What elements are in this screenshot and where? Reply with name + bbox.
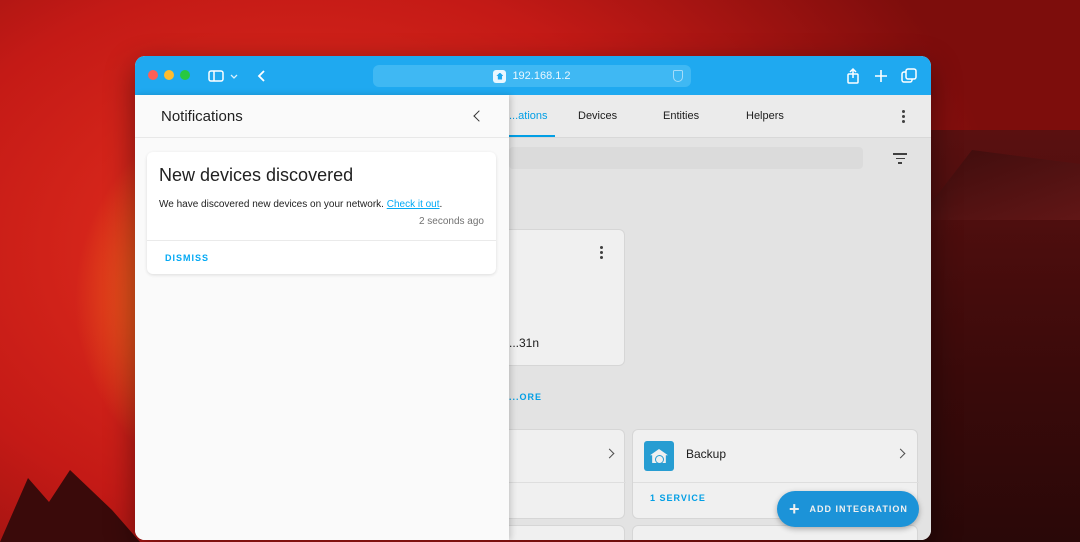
notifications-drawer: Notifications New devices discovered We … [135,95,509,540]
new-tab-icon[interactable] [872,67,890,85]
notifications-header: Notifications [135,95,509,138]
maximize-window-button[interactable] [180,70,190,80]
wallpaper-tree [0,470,140,542]
notification-message-end: . [439,199,443,210]
address-bar[interactable]: 192.168.1.2 [373,65,691,87]
url-text: 192.168.1.2 [512,70,571,82]
notification-title: New devices discovered [159,165,354,185]
chevron-down-icon[interactable] [229,67,239,85]
notification-message: We have discovered new devices on your n… [159,199,442,210]
tab-overview-icon[interactable] [900,67,918,85]
sidebar-toggle-icon[interactable] [207,67,225,85]
notification-divider [147,240,496,241]
dismiss-button[interactable]: DISMISS [165,253,209,263]
drawer-scrim[interactable] [509,95,931,540]
notifications-title: Notifications [161,108,243,125]
close-drawer-icon[interactable] [473,110,485,122]
home-assistant-favicon-icon [493,69,507,83]
privacy-shield-icon[interactable] [673,70,683,82]
minimize-window-button[interactable] [164,70,174,80]
notification-card: New devices discovered We have discovere… [147,152,496,274]
window-controls [148,70,190,80]
check-it-out-link[interactable]: Check it out [387,199,440,210]
browser-titlebar: 192.168.1.2 [135,56,931,95]
share-icon[interactable] [844,67,862,85]
notification-timestamp: 2 seconds ago [418,216,484,227]
close-window-button[interactable] [148,70,158,80]
back-icon[interactable] [253,67,271,85]
notification-message-text: We have discovered new devices on your n… [159,199,384,210]
browser-window: 192.168.1.2 ...ations Devices Entities H… [135,56,931,540]
